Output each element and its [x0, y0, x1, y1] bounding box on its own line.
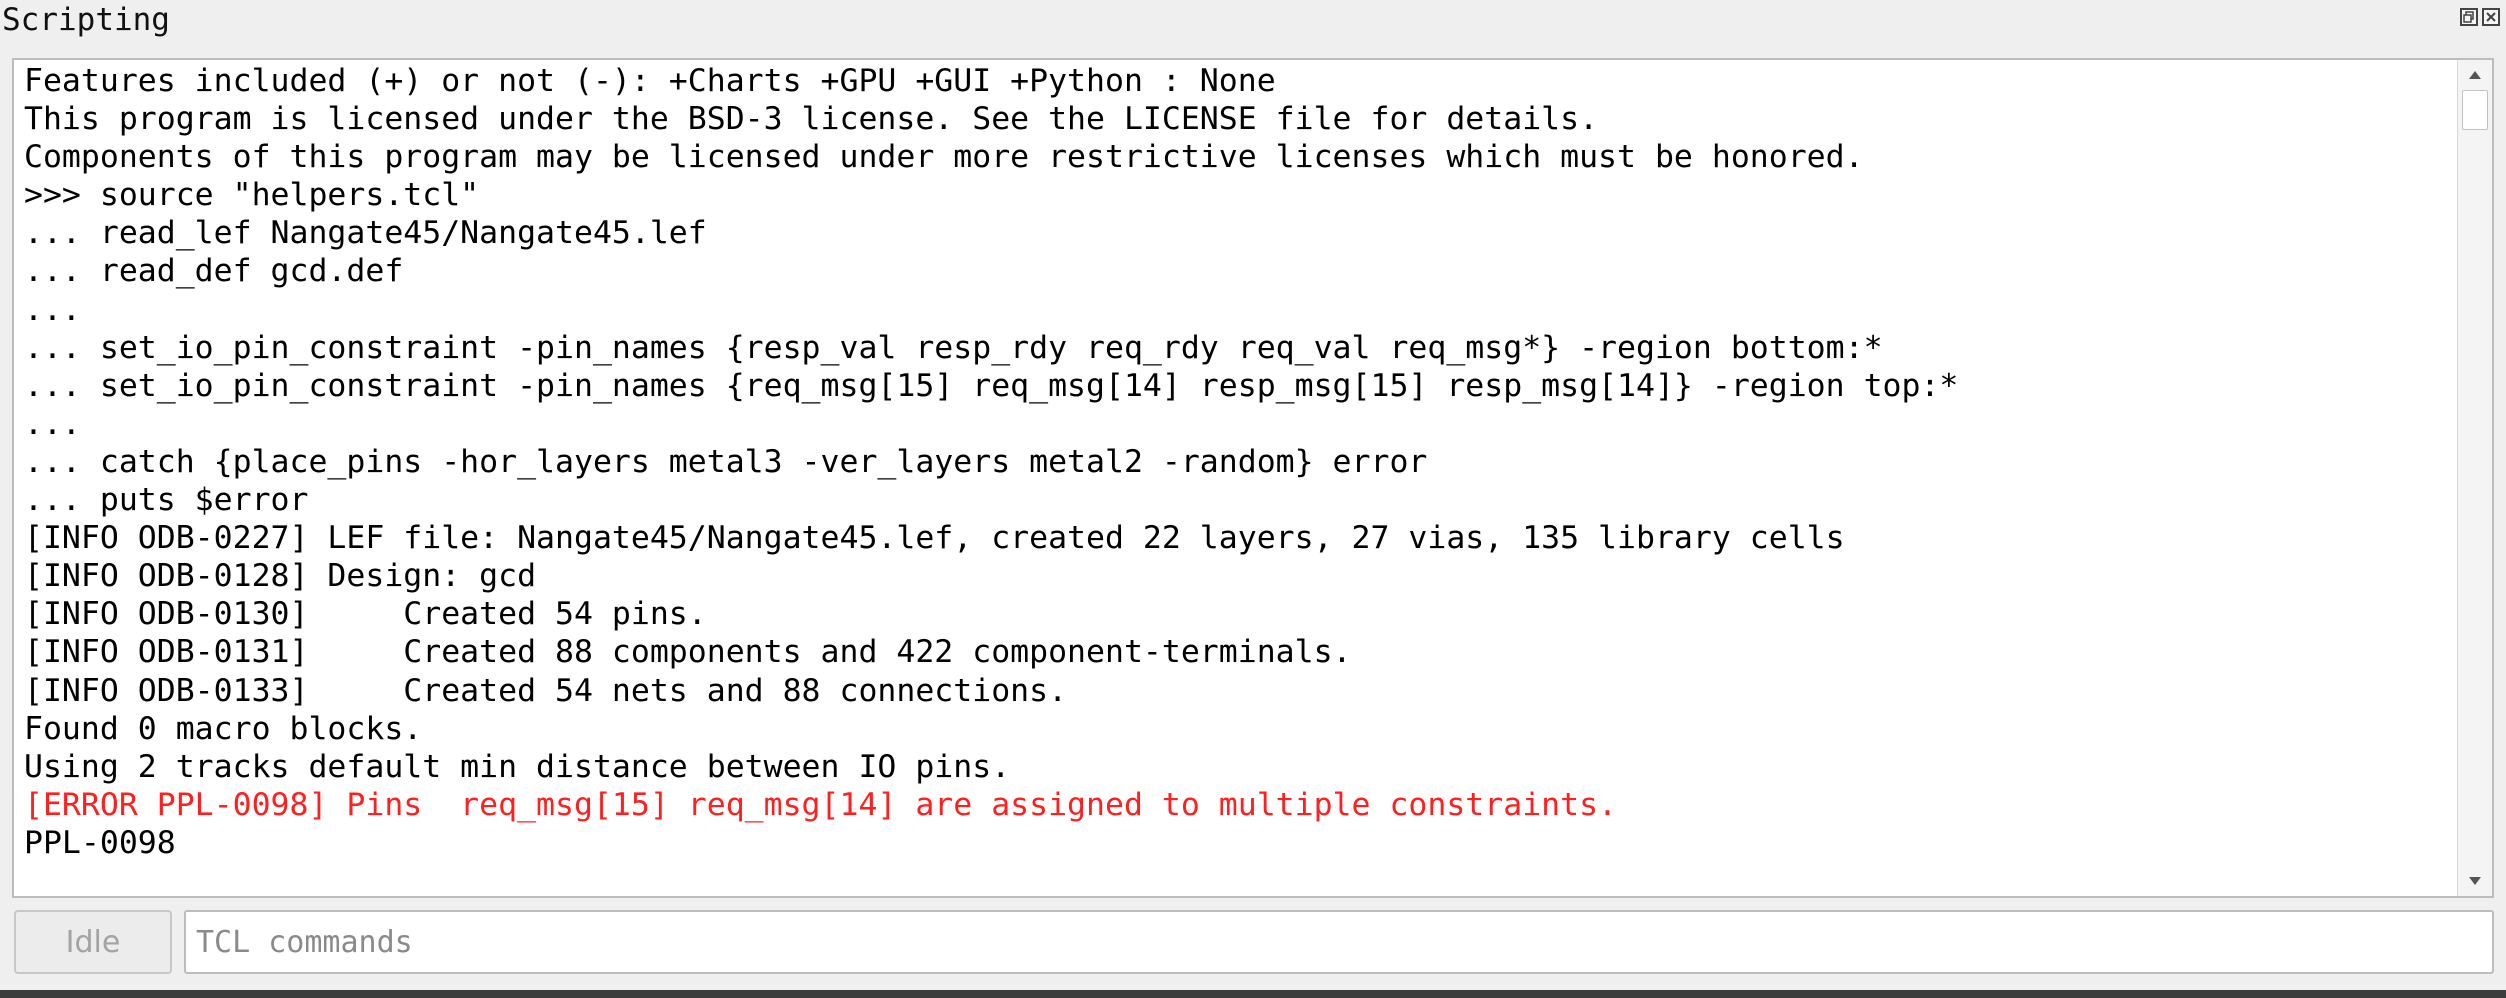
console-line: ... read_def gcd.def: [24, 253, 404, 290]
console-line: Found 0 macro blocks.: [24, 710, 423, 747]
title-buttons: [2460, 8, 2500, 26]
arrow-up-icon[interactable]: [2458, 60, 2492, 90]
console-line: >>> source "helpers.tcl": [24, 177, 480, 214]
scrollbar-thumb[interactable]: [2462, 90, 2488, 130]
console-line: ... catch {place_pins -hor_layers metal3…: [24, 443, 1428, 480]
title-bar: Scripting: [0, 0, 2506, 52]
console-output[interactable]: Features included (+) or not (-): +Chart…: [12, 58, 2494, 898]
console-line: ...: [24, 405, 81, 442]
console-line: This program is licensed under the BSD-3…: [24, 101, 1599, 138]
float-icon[interactable]: [2460, 8, 2478, 26]
console-line: PPL-0098: [24, 824, 176, 861]
console-line: [INFO ODB-0131] Created 88 components an…: [24, 634, 1352, 671]
console-line: Using 2 tracks default min distance betw…: [24, 748, 1011, 785]
scripting-window: Scripting Features included (+) or not (…: [0, 0, 2506, 998]
console-line: Features included (+) or not (-): +Chart…: [24, 63, 1276, 99]
tcl-command-input[interactable]: [184, 910, 2494, 974]
close-icon[interactable]: [2482, 8, 2500, 26]
console-line: [INFO ODB-0130] Created 54 pins.: [24, 596, 707, 633]
console-line: ... read_lef Nangate45/Nangate45.lef: [24, 215, 707, 252]
console-text: Features included (+) or not (-): +Chart…: [24, 62, 2452, 862]
console-line: Components of this program may be licens…: [24, 139, 1864, 176]
console-line: ... puts $error: [24, 482, 309, 519]
bottom-strip: [0, 990, 2506, 998]
status-button[interactable]: Idle: [14, 910, 172, 974]
console-line: ... set_io_pin_constraint -pin_names {re…: [24, 367, 1959, 404]
console-line: [INFO ODB-0128] Design: gcd: [24, 558, 537, 595]
console-line: [INFO ODB-0227] LEF file: Nangate45/Nang…: [24, 520, 1845, 557]
console-line: ...: [24, 291, 81, 328]
console-line: ... set_io_pin_constraint -pin_names {re…: [24, 329, 1883, 366]
console-line: [INFO ODB-0133] Created 54 nets and 88 c…: [24, 672, 1068, 709]
console-scrollbar[interactable]: [2457, 60, 2492, 896]
arrow-down-icon[interactable]: [2458, 866, 2492, 896]
console-line-error: [ERROR PPL-0098] Pins req_msg[15] req_ms…: [24, 786, 1618, 823]
window-title: Scripting: [2, 2, 170, 38]
